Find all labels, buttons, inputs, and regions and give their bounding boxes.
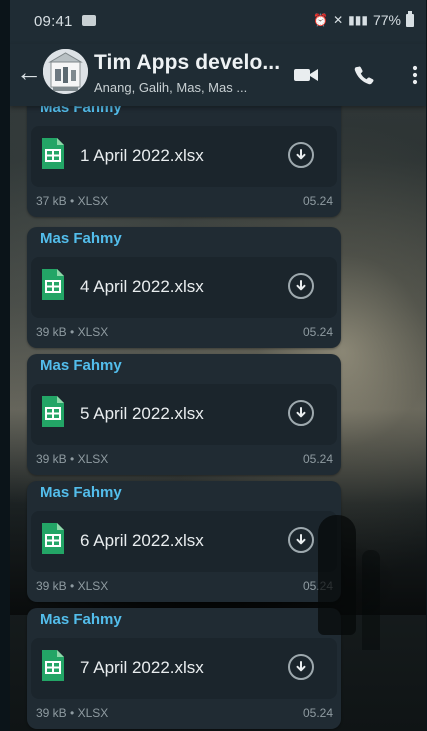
file-attachment[interactable]: 4 April 2022.xlsx bbox=[31, 257, 337, 318]
file-meta: 39 kB • XLSX bbox=[36, 706, 108, 720]
file-name[interactable]: 7 April 2022.xlsx bbox=[80, 658, 204, 678]
mute-icon: ✕ bbox=[333, 13, 344, 27]
status-bar: 09:41 ⏰ ✕ ▮▮▮ 77% bbox=[10, 0, 426, 44]
phone-screen: 09:41 ⏰ ✕ ▮▮▮ 77% ← Tim Apps develo... A… bbox=[10, 0, 426, 731]
file-meta: 37 kB • XLSX bbox=[36, 194, 108, 208]
meta-separator: • bbox=[70, 579, 78, 593]
file-name[interactable]: 6 April 2022.xlsx bbox=[80, 531, 204, 551]
file-type: XLSX bbox=[77, 452, 109, 466]
download-icon[interactable] bbox=[288, 527, 314, 553]
more-options-icon[interactable] bbox=[399, 60, 426, 90]
group-avatar[interactable] bbox=[43, 49, 88, 94]
message-time: 05.24 bbox=[302, 194, 333, 208]
download-icon[interactable] bbox=[288, 654, 314, 680]
chat-participants[interactable]: Anang, Galih, Mas, Mas ... bbox=[94, 80, 269, 95]
message-card[interactable]: Mas Fahmy 4 April 2022.xlsx 39 kB • XLSX… bbox=[27, 227, 341, 348]
video-call-icon[interactable] bbox=[290, 60, 322, 90]
download-icon[interactable] bbox=[288, 400, 314, 426]
file-type: XLSX bbox=[77, 579, 109, 593]
voice-call-icon[interactable] bbox=[348, 60, 380, 90]
file-name[interactable]: 5 April 2022.xlsx bbox=[80, 404, 204, 424]
file-size: 39 kB bbox=[36, 452, 67, 466]
chat-header: ← Tim Apps develo... Anang, Galih, Mas, … bbox=[10, 44, 426, 106]
sender-name[interactable]: Mas Fahmy bbox=[40, 484, 122, 501]
file-attachment[interactable]: 5 April 2022.xlsx bbox=[31, 384, 337, 445]
message-time: 05.24 bbox=[302, 452, 333, 466]
file-attachment[interactable]: 1 April 2022.xlsx bbox=[31, 126, 337, 187]
spreadsheet-file-icon bbox=[42, 138, 64, 169]
message-time: 05.24 bbox=[302, 706, 333, 720]
message-list[interactable]: Mas Fahmy 1 April 2022.xlsx 37 kB • XLSX… bbox=[10, 106, 426, 731]
back-arrow-icon[interactable]: ← bbox=[15, 57, 43, 89]
sender-name[interactable]: Mas Fahmy bbox=[40, 357, 122, 374]
file-name[interactable]: 4 April 2022.xlsx bbox=[80, 277, 204, 297]
file-meta: 39 kB • XLSX bbox=[36, 325, 108, 339]
meta-separator: • bbox=[70, 706, 78, 720]
download-icon[interactable] bbox=[288, 142, 314, 168]
spreadsheet-file-icon bbox=[42, 396, 64, 427]
meta-separator: • bbox=[70, 325, 78, 339]
sender-name[interactable]: Mas Fahmy bbox=[40, 611, 122, 628]
message-time: 05.24 bbox=[302, 579, 333, 593]
file-attachment[interactable]: 7 April 2022.xlsx bbox=[31, 638, 337, 699]
message-card[interactable]: Mas Fahmy 7 April 2022.xlsx 39 kB • XLSX… bbox=[27, 608, 341, 729]
alarm-icon: ⏰ bbox=[313, 13, 329, 27]
file-meta: 39 kB • XLSX bbox=[36, 579, 108, 593]
screenshot-icon bbox=[82, 15, 96, 26]
file-meta: 39 kB • XLSX bbox=[36, 452, 108, 466]
file-size: 39 kB bbox=[36, 325, 67, 339]
status-icons: ⏰ ✕ ▮▮▮ 77% bbox=[313, 10, 414, 28]
file-type: XLSX bbox=[77, 325, 109, 339]
sender-name[interactable]: Mas Fahmy bbox=[40, 230, 122, 247]
download-icon[interactable] bbox=[288, 273, 314, 299]
signal-icon: ▮▮▮ bbox=[348, 13, 368, 27]
battery-icon bbox=[406, 10, 414, 27]
spreadsheet-file-icon bbox=[42, 650, 64, 681]
file-size: 37 kB bbox=[36, 194, 67, 208]
file-type: XLSX bbox=[77, 706, 109, 720]
message-card[interactable]: Mas Fahmy 1 April 2022.xlsx 37 kB • XLSX… bbox=[27, 106, 341, 217]
file-size: 39 kB bbox=[36, 706, 67, 720]
message-card[interactable]: Mas Fahmy 6 April 2022.xlsx 39 kB • XLSX… bbox=[27, 481, 341, 602]
file-name[interactable]: 1 April 2022.xlsx bbox=[80, 146, 204, 166]
status-time: 09:41 bbox=[34, 13, 73, 30]
meta-separator: • bbox=[70, 452, 78, 466]
meta-separator: • bbox=[70, 194, 78, 208]
spreadsheet-file-icon bbox=[42, 269, 64, 300]
chat-title[interactable]: Tim Apps develo... bbox=[94, 51, 289, 79]
file-type: XLSX bbox=[77, 194, 109, 208]
message-time: 05.24 bbox=[302, 325, 333, 339]
file-attachment[interactable]: 6 April 2022.xlsx bbox=[31, 511, 337, 572]
spreadsheet-file-icon bbox=[42, 523, 64, 554]
battery-percentage: 77% bbox=[372, 12, 401, 28]
file-size: 39 kB bbox=[36, 579, 67, 593]
sender-name[interactable]: Mas Fahmy bbox=[40, 106, 122, 116]
message-card[interactable]: Mas Fahmy 5 April 2022.xlsx 39 kB • XLSX… bbox=[27, 354, 341, 475]
